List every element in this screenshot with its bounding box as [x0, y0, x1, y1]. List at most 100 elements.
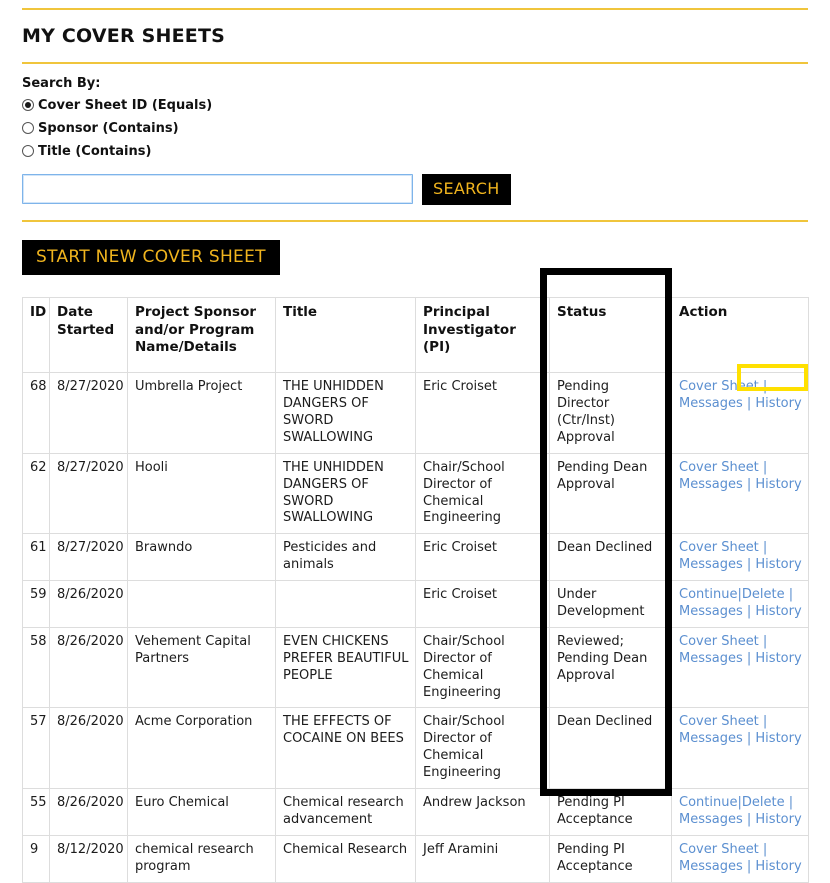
action-separator: |	[742, 858, 756, 874]
table-row: 55 8/26/2020 Euro Chemical Chemical researc…	[22, 788, 809, 836]
action-link-messages[interactable]: Messages	[679, 477, 743, 492]
radio-icon-title[interactable]	[22, 145, 34, 158]
column-header-status[interactable]: Status	[549, 297, 672, 374]
action-link-messages[interactable]: Messages	[679, 557, 743, 572]
action-separator: |	[784, 587, 794, 603]
action-link-history[interactable]: History	[755, 604, 801, 619]
action-link-history[interactable]: History	[755, 731, 801, 746]
action-link-history[interactable]: History	[755, 651, 801, 666]
action-link-history[interactable]: History	[755, 396, 801, 411]
action-link-continue[interactable]: Continue	[679, 587, 737, 602]
radio-option-cover-sheet-id[interactable]: Cover Sheet ID (Equals)	[22, 95, 808, 116]
action-link-cover-sheet[interactable]: Cover Sheet	[679, 842, 759, 857]
cell-title: EVEN CHICKENS PREFER BEAUTIFUL PEOPLE	[275, 626, 416, 709]
action-separator: |	[742, 396, 756, 412]
action-link-messages[interactable]: Messages	[679, 604, 743, 619]
search-button[interactable]: SEARCH	[422, 173, 511, 205]
cell-sponsor: Vehement Capital Partners	[127, 626, 276, 709]
cell-action: Continue|Delete | Messages | History	[671, 788, 809, 836]
action-link-messages[interactable]: Messages	[679, 396, 743, 411]
cell-date: 8/27/2020	[49, 533, 128, 582]
cover-sheets-table: ID Date Started Project Sponsor and/or P…	[22, 297, 809, 883]
action-link-history[interactable]: History	[755, 477, 801, 492]
cell-status: Dean Declined	[549, 707, 672, 790]
column-header-pi[interactable]: Principal Investigator (PI)	[415, 297, 550, 374]
cell-status: Pending PI Acceptance	[549, 834, 672, 883]
start-new-cover-sheet-button[interactable]: START NEW COVER SHEET	[22, 239, 280, 276]
cell-action: Cover Sheet | Messages | History	[671, 372, 809, 454]
cell-id: 57	[22, 707, 50, 790]
cell-date: 8/26/2020	[49, 788, 128, 836]
table-row: 59 8/26/2020 Eric Croiset Under Development…	[22, 580, 809, 628]
action-link-messages[interactable]: Messages	[679, 859, 743, 874]
cell-title: Chemical Research	[275, 834, 416, 883]
action-link-messages[interactable]: Messages	[679, 651, 743, 666]
action-link-messages[interactable]: Messages	[679, 731, 743, 746]
column-header-action[interactable]: Action	[671, 297, 809, 374]
cell-pi: Eric Croiset	[415, 372, 550, 454]
column-header-sponsor[interactable]: Project Sponsor and/or Program Name/Deta…	[127, 297, 276, 374]
cell-date: 8/27/2020	[49, 372, 128, 454]
action-link-history[interactable]: History	[755, 557, 801, 572]
action-link-cover-sheet[interactable]: Cover Sheet	[679, 379, 759, 394]
radio-option-sponsor[interactable]: Sponsor (Contains)	[22, 118, 808, 139]
action-link-cover-sheet[interactable]: Cover Sheet	[679, 460, 759, 475]
table-row: 62 8/27/2020 Hooli THE UNHIDDEN DANGERS OF …	[22, 452, 809, 535]
action-link-delete[interactable]: Delete	[742, 587, 785, 602]
action-separator: |	[758, 379, 768, 395]
search-input[interactable]	[22, 174, 413, 205]
column-header-id[interactable]: ID	[22, 297, 50, 374]
cell-sponsor: Euro Chemical	[127, 788, 276, 836]
cell-status: Pending Dean Approval	[549, 452, 672, 535]
cell-status: Dean Declined	[549, 533, 672, 582]
radio-label-sponsor: Sponsor (Contains)	[38, 120, 179, 136]
cell-date: 8/12/2020	[49, 834, 128, 883]
radio-icon-sponsor[interactable]	[22, 122, 34, 135]
action-link-cover-sheet[interactable]: Cover Sheet	[679, 714, 759, 729]
action-separator: |	[742, 731, 756, 747]
action-separator: |	[758, 540, 768, 556]
cell-status: Pending Director (Ctr/Inst) Approval	[549, 372, 672, 454]
action-link-messages[interactable]: Messages	[679, 812, 743, 827]
cell-pi: Andrew Jackson	[415, 788, 550, 836]
cell-date: 8/26/2020	[49, 707, 128, 790]
action-link-delete[interactable]: Delete	[742, 795, 785, 810]
cell-sponsor: Umbrella Project	[127, 372, 276, 454]
action-separator: |	[758, 633, 768, 649]
cell-title: THE EFFECTS OF COCAINE ON BEES	[275, 707, 416, 790]
divider-top	[22, 8, 808, 10]
search-row: SEARCH	[22, 173, 808, 205]
cell-pi: Chair/School Director of Chemical Engine…	[415, 626, 550, 709]
radio-label-title: Title (Contains)	[38, 143, 152, 159]
cell-status: Under Development	[549, 580, 672, 628]
action-separator: |	[742, 476, 756, 492]
table-row: 61 8/27/2020 Brawndo Pesticides and animals…	[22, 533, 809, 582]
cell-date: 8/26/2020	[49, 626, 128, 709]
table-header-row: ID Date Started Project Sponsor and/or P…	[22, 297, 809, 374]
cell-pi: Chair/School Director of Chemical Engine…	[415, 452, 550, 535]
divider-under-search	[22, 219, 808, 222]
action-link-cover-sheet[interactable]: Cover Sheet	[679, 540, 759, 555]
cell-id: 9	[22, 834, 50, 883]
action-separator: |	[758, 459, 768, 475]
action-link-continue[interactable]: Continue	[679, 795, 737, 810]
cell-sponsor	[127, 580, 276, 628]
cell-title: THE UNHIDDEN DANGERS OF SWORD SWALLOWING	[275, 372, 416, 454]
action-link-history[interactable]: History	[755, 812, 801, 827]
action-separator: |	[742, 604, 756, 620]
action-link-history[interactable]: History	[755, 859, 801, 874]
column-header-date[interactable]: Date Started	[49, 297, 128, 374]
cell-title	[275, 580, 416, 628]
cell-title: Pesticides and animals	[275, 533, 416, 582]
column-header-title[interactable]: Title	[275, 297, 416, 374]
radio-icon-cover-sheet-id[interactable]	[22, 99, 34, 112]
table-row: 57 8/26/2020 Acme Corporation THE EFFECTS O…	[22, 707, 809, 790]
cell-sponsor: Hooli	[127, 452, 276, 535]
radio-label-cover-sheet-id: Cover Sheet ID (Equals)	[38, 97, 213, 113]
cell-date: 8/27/2020	[49, 452, 128, 535]
action-separator: |	[784, 795, 794, 811]
radio-option-title[interactable]: Title (Contains)	[22, 141, 808, 162]
cell-action: Cover Sheet | Messages | History	[671, 452, 809, 535]
action-link-cover-sheet[interactable]: Cover Sheet	[679, 634, 759, 649]
cell-title: Chemical research advancement	[275, 788, 416, 836]
